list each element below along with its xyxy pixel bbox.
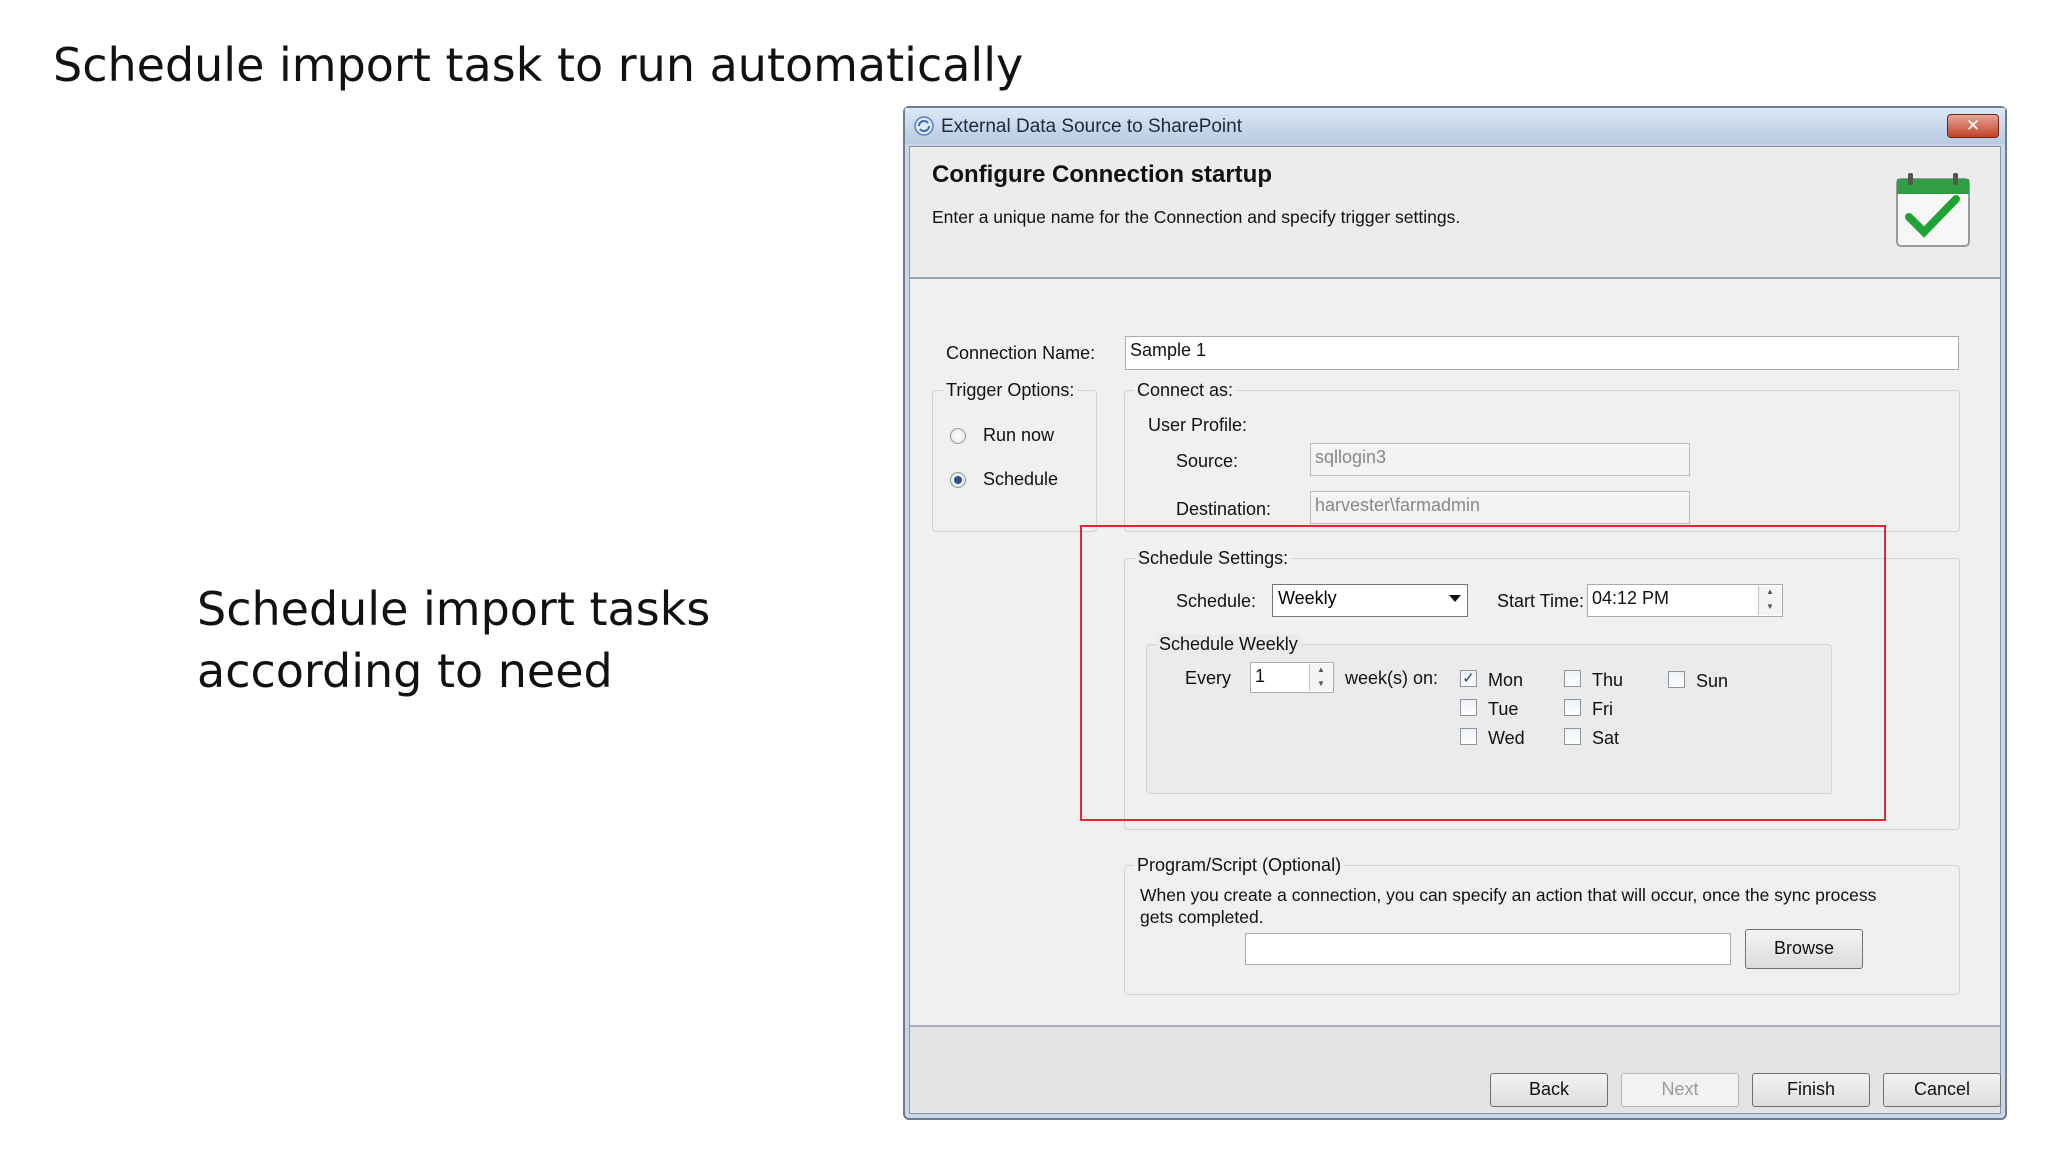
sync-icon bbox=[914, 116, 934, 136]
finish-button[interactable]: Finish bbox=[1752, 1073, 1870, 1107]
page-title: Configure Connection startup bbox=[932, 161, 1272, 188]
trigger-options-group bbox=[932, 390, 1097, 532]
window-title: External Data Source to SharePoint bbox=[941, 116, 1243, 137]
caption-line-1: Schedule import tasks bbox=[197, 582, 711, 636]
calendar-check-icon bbox=[1896, 173, 1970, 247]
run-now-label: Run now bbox=[983, 425, 1055, 445]
source-input[interactable]: sqllogin3 bbox=[1310, 443, 1690, 476]
program-script-description-2: gets completed. bbox=[1140, 907, 1264, 927]
connection-name-input[interactable]: Sample 1 bbox=[1125, 336, 1959, 370]
close-button[interactable]: ✕ bbox=[1947, 114, 1999, 138]
run-now-radio[interactable] bbox=[950, 428, 966, 444]
source-label: Source: bbox=[1176, 451, 1239, 471]
slide-title: Schedule import task to run automaticall… bbox=[53, 38, 1024, 92]
schedule-radio[interactable] bbox=[950, 472, 966, 488]
dialog-body: Configure Connection startup Enter a uni… bbox=[909, 146, 2001, 1114]
connection-name-label: Connection Name: bbox=[946, 343, 1096, 363]
program-script-description-1: When you create a connection, you can sp… bbox=[1140, 885, 1877, 905]
caption-line-2: according to need bbox=[197, 644, 613, 698]
trigger-options-label: Trigger Options: bbox=[943, 380, 1078, 401]
title-bar[interactable]: External Data Source to SharePoint ✕ bbox=[905, 108, 2005, 144]
connection-wizard-dialog: External Data Source to SharePoint ✕ Con… bbox=[903, 106, 2007, 1120]
program-script-label: Program/Script (Optional) bbox=[1134, 855, 1345, 876]
user-profile-label: User Profile: bbox=[1148, 415, 1248, 435]
destination-input[interactable]: harvester\farmadmin bbox=[1310, 491, 1690, 524]
highlight-annotation bbox=[1080, 525, 1886, 821]
next-button[interactable]: Next bbox=[1621, 1073, 1739, 1107]
cancel-button[interactable]: Cancel bbox=[1883, 1073, 2001, 1107]
back-button[interactable]: Back bbox=[1490, 1073, 1608, 1107]
wizard-header: Configure Connection startup Enter a uni… bbox=[910, 147, 2000, 279]
browse-button[interactable]: Browse bbox=[1745, 929, 1863, 969]
program-path-input[interactable] bbox=[1245, 933, 1731, 965]
connect-as-label: Connect as: bbox=[1134, 380, 1237, 401]
slide-caption: Schedule import tasks according to need bbox=[197, 578, 757, 702]
destination-label: Destination: bbox=[1176, 499, 1272, 519]
schedule-radio-label: Schedule bbox=[983, 469, 1059, 489]
close-icon: ✕ bbox=[1965, 116, 1981, 135]
page-description: Enter a unique name for the Connection a… bbox=[932, 207, 1461, 227]
